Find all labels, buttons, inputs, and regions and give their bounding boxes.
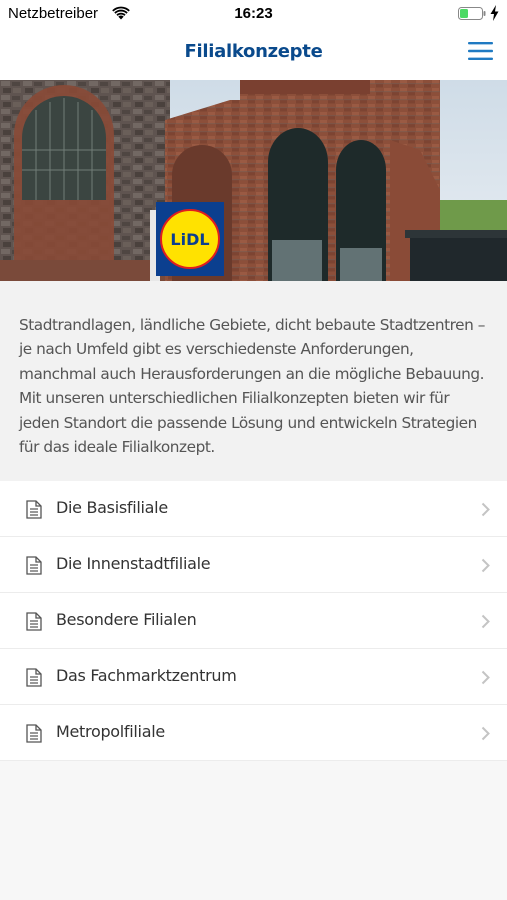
list-item-metropolfiliale[interactable]: Metropolfiliale: [0, 705, 507, 761]
navigation-bar: Filialkonzepte: [0, 28, 507, 81]
list-item-basisfiliale[interactable]: Die Basisfiliale: [0, 481, 507, 537]
list-item-fachmarktzentrum[interactable]: Das Fachmarktzentrum: [0, 649, 507, 705]
document-icon: [26, 724, 42, 743]
charging-icon: [490, 5, 499, 21]
status-bar: Netzbetreiber 16:23: [0, 0, 507, 28]
building-photo: LiDL: [0, 80, 507, 281]
chevron-right-icon: [481, 614, 490, 629]
document-icon: [26, 500, 42, 519]
list-item-label: Besondere Filialen: [56, 610, 197, 629]
intro-section: Stadtrandlagen, ländliche Gebiete, dicht…: [0, 281, 507, 481]
list-item-label: Die Innenstadtfiliale: [56, 554, 211, 573]
chevron-right-icon: [481, 502, 490, 517]
list-item-label: Metropolfiliale: [56, 722, 165, 741]
concept-list: Die Basisfiliale Die Innenstadtfiliale B…: [0, 481, 507, 761]
document-icon: [26, 556, 42, 575]
clock-time: 16:23: [234, 5, 273, 22]
battery-icon: [458, 7, 486, 20]
store-logo-text: LiDL: [170, 230, 209, 249]
list-item-label: Das Fachmarktzentrum: [56, 666, 237, 685]
list-item-besondere-filialen[interactable]: Besondere Filialen: [0, 593, 507, 649]
document-icon: [26, 612, 42, 631]
chevron-right-icon: [481, 726, 490, 741]
chevron-right-icon: [481, 670, 490, 685]
list-item-innenstadtfiliale[interactable]: Die Innenstadtfiliale: [0, 537, 507, 593]
chevron-right-icon: [481, 558, 490, 573]
hero-image: LiDL: [0, 80, 507, 281]
intro-paragraph: Stadtrandlagen, ländliche Gebiete, dicht…: [19, 316, 485, 457]
page-title: Filialkonzepte: [184, 41, 323, 62]
list-item-label: Die Basisfiliale: [56, 498, 168, 517]
document-icon: [26, 668, 42, 687]
hamburger-menu-icon[interactable]: [468, 41, 493, 61]
